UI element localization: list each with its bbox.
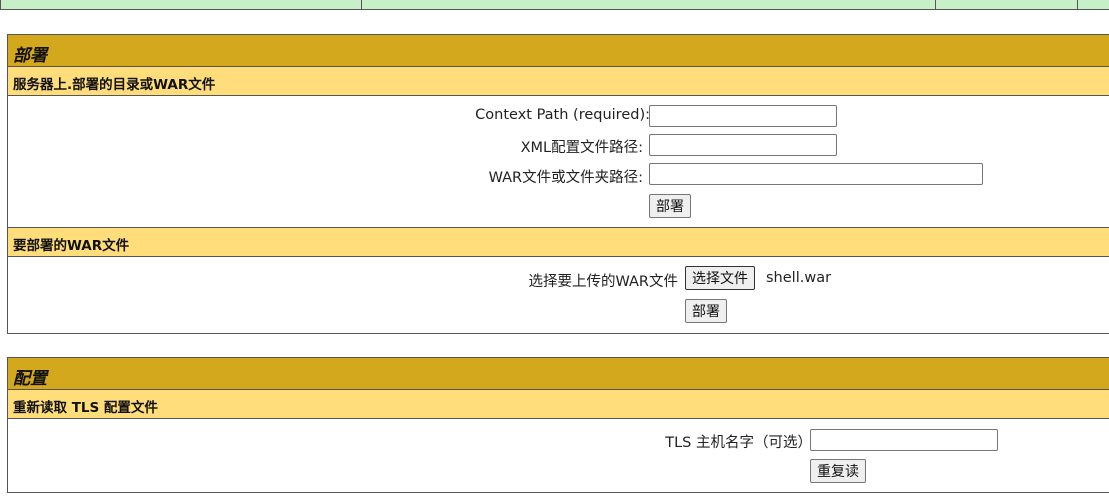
deploy-panel: 部署 服务器上.部署的目录或WAR文件 Context Path (requir… [7,34,1109,334]
config-section-title: 配置 [8,358,1109,390]
choose-file-button[interactable]: 选择文件 [685,266,755,290]
tls-host-input[interactable] [810,429,998,451]
context-path-input[interactable] [649,105,837,127]
server-dir-form: Context Path (required): XML配置文件路径: WAR文… [8,96,1109,228]
xml-path-label: XML配置文件路径: [520,140,643,156]
context-path-label: Context Path (required): [475,107,650,123]
war-path-label: WAR文件或文件夹路径: [488,170,643,186]
upload-subtitle: 要部署的WAR文件 [8,228,1109,257]
deploy-section-title: 部署 [8,35,1109,67]
tls-reload-button[interactable]: 重复读 [810,459,866,483]
top-table-row [0,0,1109,11]
war-path-input[interactable] [649,163,983,185]
deploy-upload-button[interactable]: 部署 [685,299,727,323]
tls-subtitle: 重新读取 TLS 配置文件 [8,390,1109,419]
server-dir-subtitle: 服务器上.部署的目录或WAR文件 [8,67,1109,96]
table-cell [936,0,1078,10]
chosen-file-name: shell.war [766,270,832,286]
table-cell [1078,0,1109,10]
tls-host-label: TLS 主机名字（可选） [665,435,812,451]
upload-form: 选择要上传的WAR文件 选择文件 shell.war 部署 [8,257,1109,333]
table-cell [0,0,219,10]
table-cell [218,0,362,10]
config-panel: 配置 重新读取 TLS 配置文件 TLS 主机名字（可选） 重复读 [7,357,1109,493]
deploy-dir-button[interactable]: 部署 [649,194,691,218]
xml-path-input[interactable] [649,134,837,156]
choose-war-label: 选择要上传的WAR文件 [528,274,678,290]
tls-form: TLS 主机名字（可选） 重复读 [8,419,1109,492]
table-cell [362,0,936,10]
